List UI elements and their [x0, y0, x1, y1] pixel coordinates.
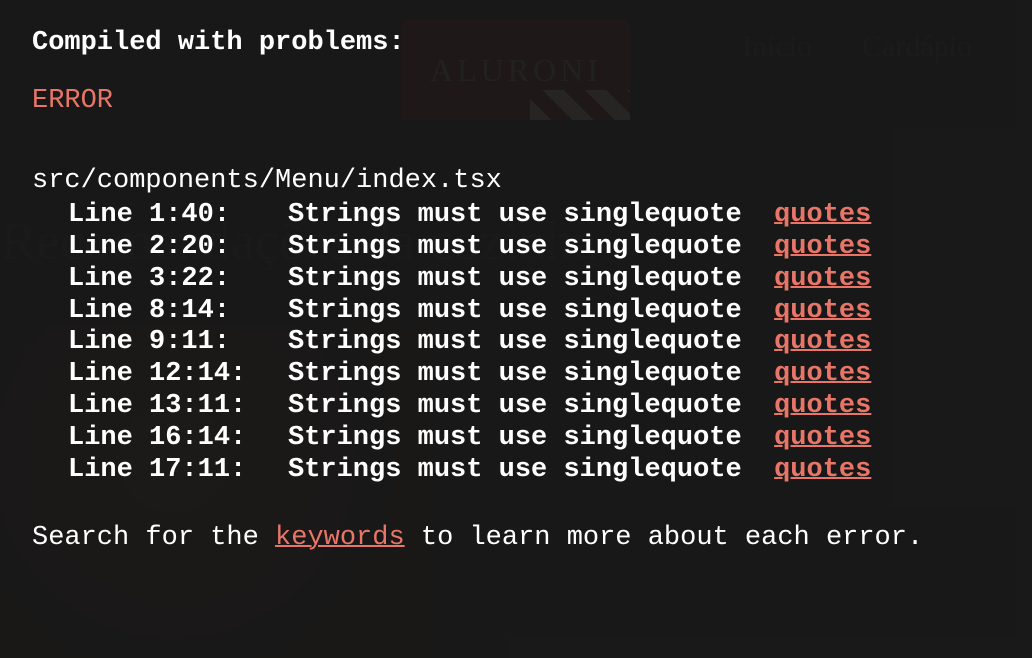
- error-rule-link[interactable]: quotes: [774, 232, 871, 262]
- error-line-location: Line 1:40:: [68, 200, 288, 232]
- error-rule-link[interactable]: quotes: [774, 359, 871, 389]
- error-line-message: Strings must use singlequote: [288, 455, 774, 485]
- error-line: Line 16:14: Strings must use singlequote…: [68, 423, 1000, 455]
- error-footer: Search for the keywords to learn more ab…: [32, 523, 1000, 553]
- error-line-message: Strings must use singlequote: [288, 264, 774, 294]
- error-line-message: Strings must use singlequote: [288, 391, 774, 421]
- error-line-location: Line 9:11:: [68, 327, 288, 359]
- error-line-message: Strings must use singlequote: [288, 327, 774, 357]
- error-footer-suffix: to learn more about each error.: [405, 523, 923, 553]
- error-file-path: src/components/Menu/index.tsx: [32, 166, 1000, 196]
- error-line-location: Line 3:22:: [68, 264, 288, 296]
- error-line-location: Line 2:20:: [68, 232, 288, 264]
- error-line: Line 17:11: Strings must use singlequote…: [68, 455, 1000, 487]
- error-line-message: Strings must use singlequote: [288, 359, 774, 389]
- error-rule-link[interactable]: quotes: [774, 264, 871, 294]
- error-line-location: Line 8:14:: [68, 296, 288, 328]
- error-line-location: Line 12:14:: [68, 359, 288, 391]
- error-overlay: Compiled with problems: ERROR src/compon…: [0, 0, 1032, 658]
- error-line: Line 9:11: Strings must use singlequote …: [68, 327, 1000, 359]
- error-line-message: Strings must use singlequote: [288, 423, 774, 453]
- error-line-location: Line 17:11:: [68, 455, 288, 487]
- error-line-location: Line 13:11:: [68, 391, 288, 423]
- error-rule-link[interactable]: quotes: [774, 200, 871, 230]
- error-rule-link[interactable]: quotes: [774, 296, 871, 326]
- error-rule-link[interactable]: quotes: [774, 391, 871, 421]
- error-line: Line 3:22: Strings must use singlequote …: [68, 264, 1000, 296]
- error-line: Line 2:20: Strings must use singlequote …: [68, 232, 1000, 264]
- error-line-message: Strings must use singlequote: [288, 200, 774, 230]
- error-label: ERROR: [32, 86, 1000, 116]
- error-line-message: Strings must use singlequote: [288, 296, 774, 326]
- error-rule-link[interactable]: quotes: [774, 423, 871, 453]
- error-line: Line 12:14: Strings must use singlequote…: [68, 359, 1000, 391]
- error-rule-link[interactable]: quotes: [774, 327, 871, 357]
- error-line: Line 8:14: Strings must use singlequote …: [68, 296, 1000, 328]
- error-footer-prefix: Search for the: [32, 523, 275, 553]
- error-line: Line 13:11: Strings must use singlequote…: [68, 391, 1000, 423]
- keywords-link[interactable]: keywords: [275, 523, 405, 553]
- error-line: Line 1:40: Strings must use singlequote …: [68, 200, 1000, 232]
- error-lines-container: Line 1:40: Strings must use singlequote …: [32, 200, 1000, 487]
- error-overlay-title: Compiled with problems:: [32, 28, 1000, 58]
- error-line-message: Strings must use singlequote: [288, 232, 774, 262]
- error-line-location: Line 16:14:: [68, 423, 288, 455]
- error-rule-link[interactable]: quotes: [774, 455, 871, 485]
